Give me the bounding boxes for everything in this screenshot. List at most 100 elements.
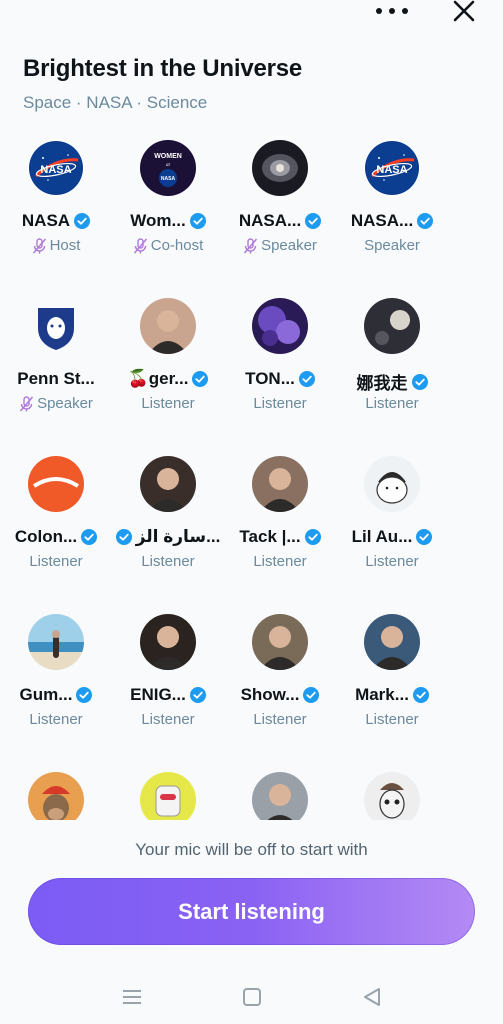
back-button[interactable] [357,982,387,1012]
participant-name-row: Penn St... [0,369,112,389]
participant-role-row: Listener [224,711,336,728]
svg-text:NASA: NASA [376,164,407,176]
participant-role: Listener [365,553,419,570]
participant-name: سارة الز... [135,527,221,546]
start-listening-button[interactable]: Start listening [28,878,475,945]
participant-tile[interactable] [0,772,112,820]
participant-tile[interactable]: 娜我走 Listener [336,298,448,438]
participant-avatar[interactable] [140,772,196,820]
space-title: Brightest in the Universe [23,55,303,82]
participant-name: Wom... [130,211,186,230]
participant-role-row: Listener [112,553,224,570]
participant-role-row: Speaker [0,395,112,412]
participant-tile[interactable]: WOMEN at NASA Wom... Co-host [112,140,224,280]
participant-tile[interactable] [336,772,448,820]
participant-avatar[interactable]: NASA [364,140,420,196]
participant-tile[interactable]: 🍒ger... Listener [112,298,224,438]
muted-mic-icon [133,237,147,253]
more-options-button[interactable] [370,2,414,22]
verified-badge-icon [189,213,206,229]
more-dot-icon [402,8,408,14]
participant-tile[interactable]: Lil Au... Listener [336,456,448,596]
participant-tile[interactable]: Colon... Listener [0,456,112,596]
close-button[interactable] [450,0,478,24]
more-dot-icon [376,8,382,14]
participant-avatar[interactable] [140,456,196,512]
muted-mic-icon [19,395,34,411]
menu-icon [123,990,141,1004]
participant-tile[interactable]: Show... Listener [224,614,336,754]
participant-role: Listener [365,711,419,728]
participant-avatar[interactable] [364,298,420,354]
participant-name: Tack |... [239,527,301,546]
verified-badge-icon [189,687,206,703]
mic-off-note: Your mic will be off to start with [135,840,368,859]
recent-apps-button[interactable] [117,982,147,1012]
svg-text:at: at [166,163,171,168]
home-button[interactable] [237,982,267,1012]
participant-avatar[interactable] [364,772,420,820]
participant-tile[interactable] [224,772,336,820]
verified-badge-icon [304,529,321,545]
participant-avatar[interactable] [252,140,308,196]
participant-name-row: NASA... [336,211,448,231]
participant-name: Show... [240,685,300,704]
participant-tile[interactable]: NASA... Speaker [224,140,336,280]
participant-role: Speaker [261,237,317,254]
participant-avatar[interactable] [252,772,308,820]
top-bar [0,0,503,34]
participant-avatar[interactable] [364,614,420,670]
participant-avatar[interactable] [28,614,84,670]
participant-role-row: Co-host [112,237,224,254]
participant-role: Listener [253,553,307,570]
participant-role: Speaker [37,395,93,412]
participant-tile[interactable]: Mark... Listener [336,614,448,754]
participant-name: 🍒ger... [127,369,189,388]
verified-badge-icon [74,213,91,229]
participant-name-row: Lil Au... [336,527,448,547]
participant-tile[interactable]: Tack |... Listener [224,456,336,596]
participant-name-row: TON... [224,369,336,389]
participant-avatar[interactable] [364,456,420,512]
participant-name: Colon... [14,527,78,546]
participant-name-row: سارة الز... [112,527,224,547]
participants-grid: NASA NASA Host WOMEN at NASA Wom... Co-host NASA… [0,140,503,820]
participant-avatar[interactable] [252,298,308,354]
participant-avatar[interactable] [28,298,84,354]
participant-name: TON... [245,369,295,388]
participant-tile[interactable]: NASA NASA Host [0,140,112,280]
participant-role-row: Listener [112,711,224,728]
participant-avatar[interactable] [28,772,84,820]
participant-avatar[interactable]: NASA [28,140,84,196]
participant-name: NASA... [350,211,414,230]
participant-role-row: Speaker [224,237,336,254]
svg-text:NASA: NASA [40,164,71,176]
participant-tile[interactable]: TON... Listener [224,298,336,438]
participant-role-row: Listener [336,395,448,412]
participant-name: NASA [21,211,71,230]
participant-avatar[interactable] [140,298,196,354]
participant-name-row: NASA [0,211,112,231]
participant-tile[interactable]: Penn St... Speaker [0,298,112,438]
participant-tile[interactable]: NASA NASA... Speaker [336,140,448,280]
participant-tile[interactable]: سارة الز... Listener [112,456,224,596]
verified-badge-icon [81,529,98,545]
participant-tile[interactable]: Gum... Listener [0,614,112,754]
participant-name: Lil Au... [351,527,413,546]
participant-tile[interactable] [112,772,224,820]
participant-role: Listener [365,395,419,412]
participant-role-row: Listener [0,711,112,728]
participant-name-row: 🍒ger... [112,369,224,389]
participant-avatar[interactable] [252,456,308,512]
muted-mic-icon [32,237,46,253]
participant-role: Listener [253,395,307,412]
participant-name: Gum... [19,685,73,704]
participant-name: 娜我走 [356,374,408,393]
participant-avatar[interactable] [140,614,196,670]
participant-avatar[interactable] [252,614,308,670]
participant-tile[interactable]: ENIG... Listener [112,614,224,754]
participant-role: Listener [29,711,83,728]
participant-avatar[interactable]: WOMEN at NASA [140,140,196,196]
participant-avatar[interactable] [28,456,84,512]
participant-name-row: Mark... [336,685,448,705]
